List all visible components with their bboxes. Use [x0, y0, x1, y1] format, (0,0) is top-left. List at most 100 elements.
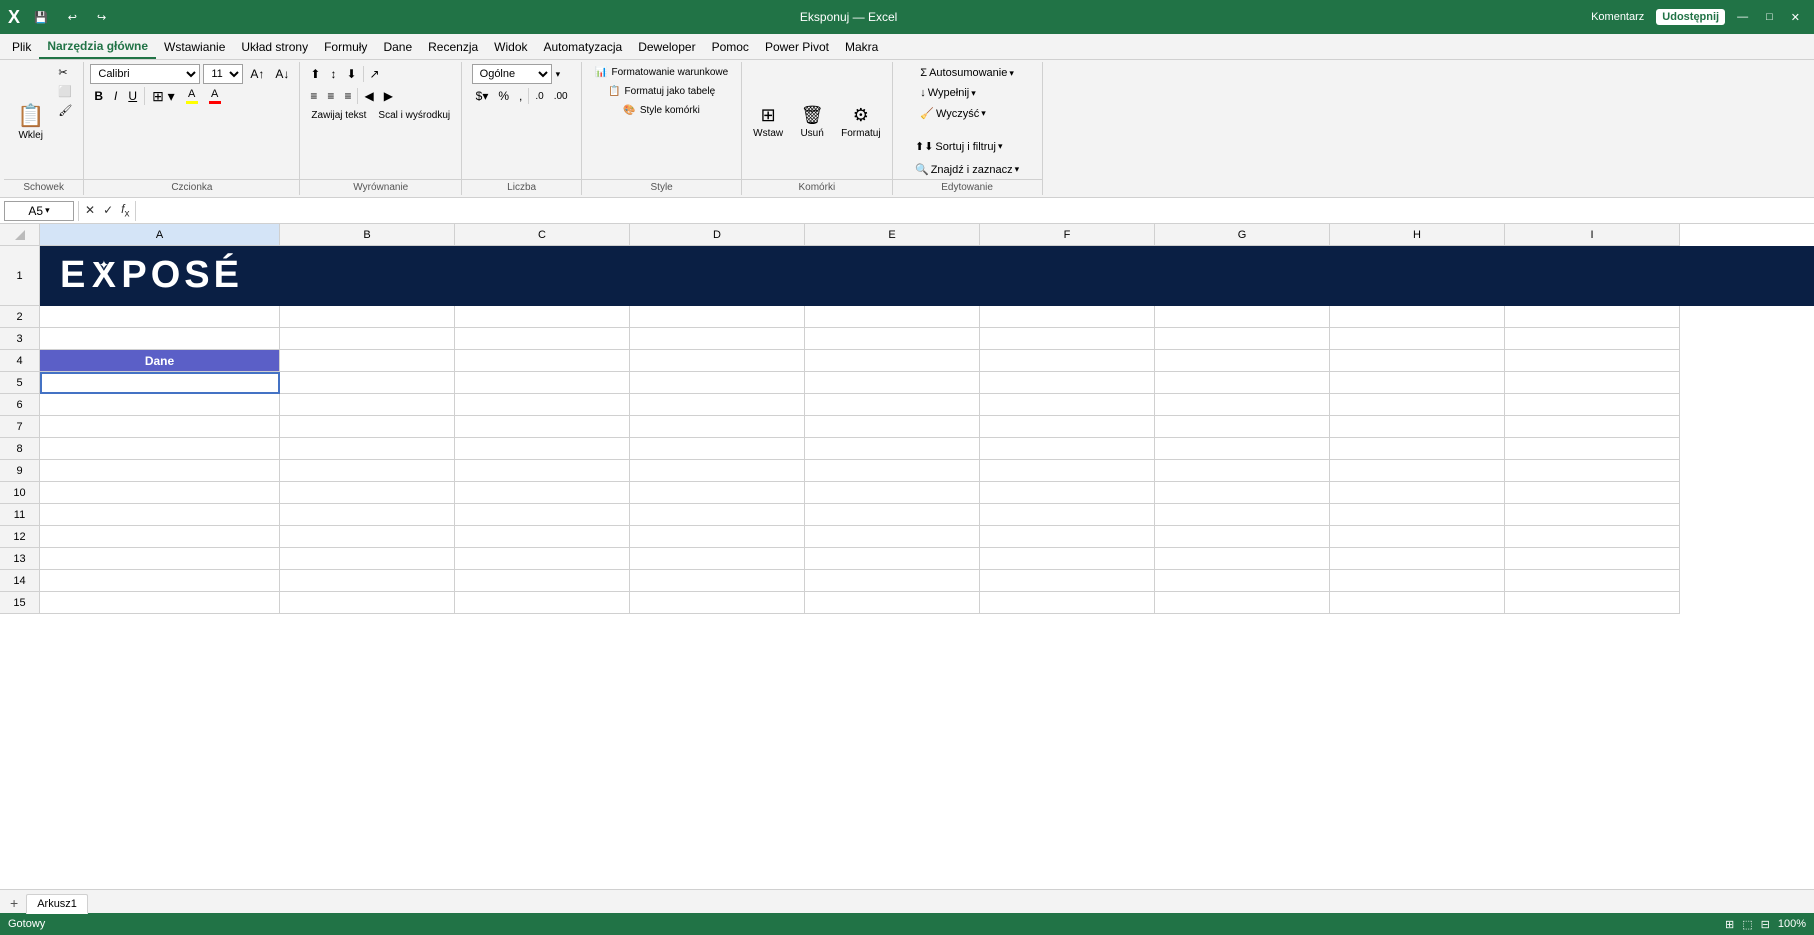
usun-button[interactable]: 🗑 Usuń [792, 64, 832, 179]
cell-g5[interactable] [1155, 372, 1330, 394]
cell-a12[interactable] [40, 526, 280, 548]
autosumowanie-button[interactable]: Σ Autosumowanie ▾ [913, 64, 1021, 82]
row-num-15[interactable]: 15 [0, 592, 40, 614]
cell-i6[interactable] [1505, 394, 1680, 416]
cell-h9[interactable] [1330, 460, 1505, 482]
formula-confirm-icon[interactable]: ✓ [101, 201, 115, 219]
udostep-button[interactable]: Udostępnij [1656, 9, 1725, 25]
row-num-3[interactable]: 3 [0, 328, 40, 350]
row-num-2[interactable]: 2 [0, 306, 40, 328]
menu-power-pivot[interactable]: Power Pivot [757, 36, 837, 58]
cell-b9[interactable] [280, 460, 455, 482]
cell-d4[interactable] [630, 350, 805, 372]
font-color-button[interactable]: A [205, 86, 225, 106]
undo-button[interactable]: ↩ [62, 9, 83, 26]
cell-h3[interactable] [1330, 328, 1505, 350]
cell-g15[interactable] [1155, 592, 1330, 614]
sheet-tab-arkusz1[interactable]: Arkusz1 [26, 894, 88, 914]
align-middle-button[interactable]: ↕ [326, 64, 340, 84]
cell-c15[interactable] [455, 592, 630, 614]
row-num-11[interactable]: 11 [0, 504, 40, 526]
cell-h11[interactable] [1330, 504, 1505, 526]
row-num-6[interactable]: 6 [0, 394, 40, 416]
cell-b11[interactable] [280, 504, 455, 526]
menu-pomoc[interactable]: Pomoc [704, 36, 757, 58]
redo-button[interactable]: ↪ [91, 9, 112, 26]
cell-h8[interactable] [1330, 438, 1505, 460]
cell-e15[interactable] [805, 592, 980, 614]
orientation-button[interactable]: ↗ [366, 64, 384, 84]
col-header-a[interactable]: A [40, 224, 280, 246]
menu-dane[interactable]: Dane [375, 36, 420, 58]
cell-a13[interactable] [40, 548, 280, 570]
italic-button[interactable]: I [110, 86, 121, 106]
cell-b4[interactable] [280, 350, 455, 372]
cell-c10[interactable] [455, 482, 630, 504]
cut-button[interactable]: ✂ [53, 64, 77, 81]
cell-f8[interactable] [980, 438, 1155, 460]
align-top-button[interactable]: ⬆ [306, 64, 324, 84]
font-size-select[interactable]: 11 [203, 64, 243, 84]
cell-b6[interactable] [280, 394, 455, 416]
indent-inc-button[interactable]: ▶ [380, 86, 397, 106]
cell-g8[interactable] [1155, 438, 1330, 460]
cell-h15[interactable] [1330, 592, 1505, 614]
cell-a7[interactable] [40, 416, 280, 438]
col-header-f[interactable]: F [980, 224, 1155, 246]
cell-e13[interactable] [805, 548, 980, 570]
fill-color-button[interactable]: A [182, 86, 202, 106]
thousands-button[interactable]: , [515, 86, 526, 106]
font-increase-button[interactable]: A↑ [246, 64, 268, 84]
border-button[interactable]: ⊞ ▾ [148, 86, 179, 106]
cell-g10[interactable] [1155, 482, 1330, 504]
cell-d12[interactable] [630, 526, 805, 548]
underline-button[interactable]: U [124, 86, 141, 106]
cell-b5[interactable] [280, 372, 455, 394]
col-header-i[interactable]: I [1505, 224, 1680, 246]
menu-widok[interactable]: Widok [486, 36, 535, 58]
cell-c3[interactable] [455, 328, 630, 350]
currency-button[interactable]: $▾ [472, 86, 493, 106]
cell-i4[interactable] [1505, 350, 1680, 372]
cell-c14[interactable] [455, 570, 630, 592]
percent-button[interactable]: % [494, 86, 513, 106]
cell-a10[interactable] [40, 482, 280, 504]
wypelnij-button[interactable]: ↓ Wypełnij ▾ [913, 84, 1021, 102]
cell-c8[interactable] [455, 438, 630, 460]
format-painter-button[interactable]: 🖌 [53, 102, 77, 119]
cell-b12[interactable] [280, 526, 455, 548]
menu-narzedzia[interactable]: Narzędzia główne [39, 35, 156, 59]
row-num-1[interactable]: 1 [0, 246, 40, 306]
cell-d15[interactable] [630, 592, 805, 614]
cell-c7[interactable] [455, 416, 630, 438]
menu-uklad[interactable]: Układ strony [233, 36, 316, 58]
cell-e9[interactable] [805, 460, 980, 482]
cell-f13[interactable] [980, 548, 1155, 570]
cell-a3[interactable] [40, 328, 280, 350]
komentarz-button[interactable]: Komentarz [1585, 9, 1650, 25]
bold-button[interactable]: B [90, 86, 107, 106]
cell-d7[interactable] [630, 416, 805, 438]
formula-input[interactable] [140, 201, 1810, 221]
col-header-c[interactable]: C [455, 224, 630, 246]
cell-d14[interactable] [630, 570, 805, 592]
cell-f3[interactable] [980, 328, 1155, 350]
cell-c2[interactable] [455, 306, 630, 328]
cell-h6[interactable] [1330, 394, 1505, 416]
cell-f10[interactable] [980, 482, 1155, 504]
menu-plik[interactable]: Plik [4, 36, 39, 58]
cell-c13[interactable] [455, 548, 630, 570]
cell-f7[interactable] [980, 416, 1155, 438]
number-format-select[interactable]: Ogólne [472, 64, 552, 84]
cell-g3[interactable] [1155, 328, 1330, 350]
cell-c12[interactable] [455, 526, 630, 548]
maximize-button[interactable]: □ [1760, 9, 1779, 25]
cell-h4[interactable] [1330, 350, 1505, 372]
cell-h2[interactable] [1330, 306, 1505, 328]
cell-i11[interactable] [1505, 504, 1680, 526]
cell-g9[interactable] [1155, 460, 1330, 482]
cell-f5[interactable] [980, 372, 1155, 394]
cell-i13[interactable] [1505, 548, 1680, 570]
cell-e4[interactable] [805, 350, 980, 372]
cell-a9[interactable] [40, 460, 280, 482]
